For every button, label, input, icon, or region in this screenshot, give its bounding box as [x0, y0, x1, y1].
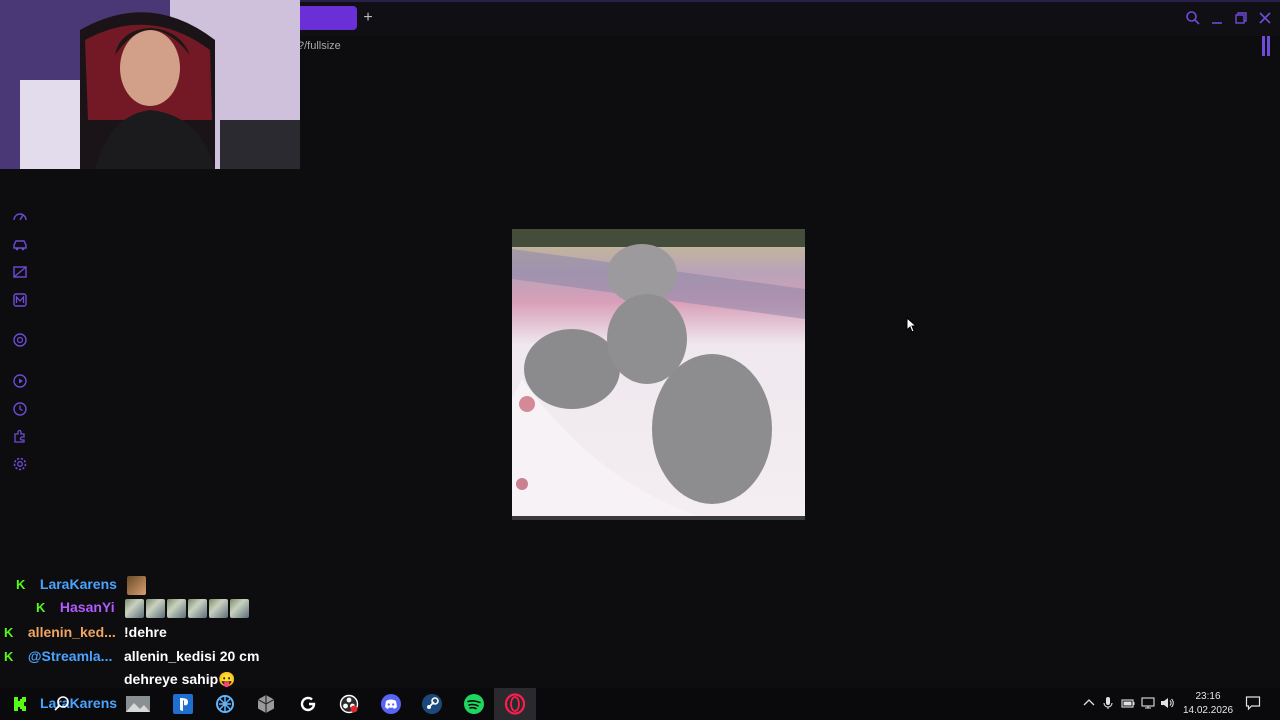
extensions-icon[interactable] [12, 428, 28, 444]
photo-icon[interactable] [126, 692, 150, 716]
chatgpt-icon[interactable] [12, 332, 28, 348]
battery-icon[interactable] [1121, 696, 1135, 710]
chevron-up-icon[interactable] [1082, 696, 1096, 710]
gallery-icon[interactable] [12, 264, 28, 280]
kick-app-icon[interactable] [8, 692, 32, 716]
clock-time: 23:16 [1195, 691, 1221, 702]
settings-icon[interactable] [12, 456, 28, 472]
spotify-icon[interactable] [462, 692, 486, 716]
kitten-image [512, 229, 805, 520]
speed-dial-icon[interactable] [12, 209, 28, 225]
minimize-icon[interactable] [1209, 10, 1225, 26]
m-badge-icon[interactable] [12, 292, 28, 308]
top-accent-line [300, 0, 1280, 2]
chat-message: K @Streamla... [4, 648, 112, 668]
chat-username: HasanYi [59, 599, 115, 616]
chat-username: @Streamla... [27, 648, 113, 664]
kick-badge-icon: K [4, 649, 14, 664]
obs-icon[interactable] [337, 692, 361, 716]
chat-emote [187, 599, 207, 618]
sidebar-toggle-icon[interactable] [1262, 36, 1270, 56]
chat-text: allenin_kedisi 20 cm [124, 648, 260, 664]
chat-overlay: K LaraKarens K HasanYi K allenin_ked... … [0, 570, 320, 690]
chat-message: K LaraKarens [16, 576, 148, 596]
new-tab-button[interactable]: + [361, 10, 375, 26]
chat-emote [166, 599, 186, 618]
car-icon[interactable] [12, 237, 28, 253]
close-icon[interactable] [1257, 10, 1273, 26]
chat-emote [145, 599, 165, 618]
play-icon[interactable] [12, 373, 28, 389]
active-tab[interactable] [300, 6, 357, 30]
opera-gx-icon[interactable] [503, 692, 527, 716]
kick-badge-icon: K [16, 577, 26, 593]
taskbar-clock[interactable]: 23:16 14.02.2026 [1180, 690, 1236, 718]
fullsize-image [512, 229, 805, 520]
kick-badge-icon: K [36, 600, 46, 616]
chat-username: LaraKarens [39, 576, 117, 593]
playstation-icon[interactable] [171, 692, 195, 716]
address-bar-text[interactable]: ?/fullsize [298, 40, 341, 52]
clock-date: 14.02.2026 [1182, 705, 1234, 716]
chat-message: K HasanYi [36, 599, 251, 619]
chat-emote-group [124, 599, 251, 618]
search-icon[interactable] [50, 692, 74, 716]
webcam-overlay [0, 0, 300, 169]
chat-text: !dehre [124, 624, 167, 640]
history-icon[interactable] [12, 401, 28, 417]
chat-emote [208, 599, 228, 618]
search-icon[interactable] [1185, 10, 1201, 26]
webcam-image [0, 0, 300, 169]
chat-emote [126, 576, 146, 595]
unity-icon[interactable] [254, 692, 278, 716]
logitech-icon[interactable] [296, 692, 320, 716]
network-app-icon[interactable] [213, 692, 237, 716]
chat-message: K allenin_ked... [4, 624, 116, 644]
notification-icon[interactable] [1245, 695, 1261, 711]
mouse-cursor-icon [906, 317, 918, 333]
chat-username: allenin_ked... [27, 624, 116, 640]
network-icon[interactable] [1141, 696, 1155, 710]
volume-icon[interactable] [1160, 696, 1174, 710]
chat-emote [124, 599, 144, 618]
kick-badge-icon: K [4, 625, 14, 640]
windows-taskbar: LaraKarens [0, 688, 1280, 720]
chat-emote [229, 599, 249, 618]
steam-icon[interactable] [420, 692, 444, 716]
microphone-icon[interactable] [1101, 696, 1115, 710]
restore-icon[interactable] [1233, 10, 1249, 26]
discord-icon[interactable] [379, 692, 403, 716]
